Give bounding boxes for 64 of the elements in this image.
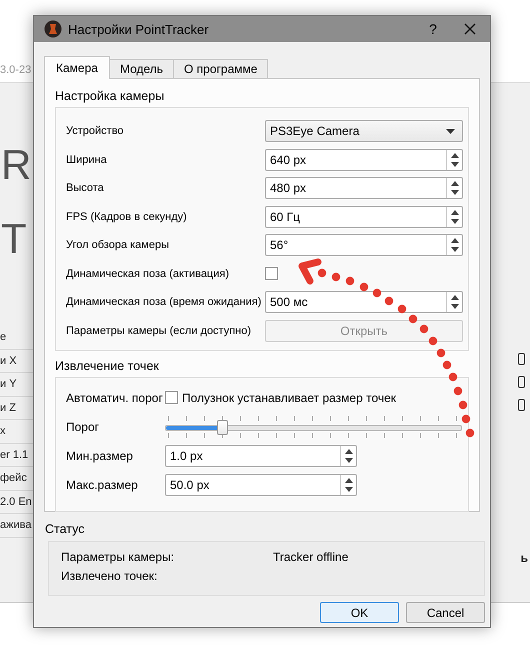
field-label: Динамическая поза (активация)	[66, 268, 230, 280]
spin-arrows-icon[interactable]	[450, 152, 458, 166]
field-label: Высота	[66, 182, 105, 194]
list-item[interactable]: и Z	[0, 402, 16, 414]
spin-box[interactable]: 50.0 px	[165, 474, 357, 496]
dropdown[interactable]: PS3Eye Camera	[265, 120, 463, 142]
spin-arrows-icon[interactable]	[450, 210, 458, 224]
field-label: Динамическая поза (время ожидания)	[66, 296, 262, 308]
group-title: Настройка камеры	[55, 89, 164, 103]
close-icon[interactable]	[464, 23, 476, 35]
spin-box[interactable]: 56°	[265, 234, 463, 256]
field-label: Автоматич. порог	[66, 390, 164, 404]
status-label: Извлечено точек:	[61, 569, 158, 583]
group-title: Извлечение точек	[55, 358, 159, 372]
dialog-button[interactable]: OK	[320, 602, 399, 623]
list-item[interactable]: е	[0, 331, 6, 344]
list-item[interactable]: 2.0 En	[0, 496, 32, 508]
status-label: Параметры камеры:	[61, 550, 176, 564]
field-label: Ширина	[66, 154, 108, 166]
tab[interactable]: Модель	[108, 59, 174, 78]
spin-arrows-icon[interactable]	[450, 181, 458, 195]
list-item[interactable]: и Y	[0, 378, 17, 390]
list-item[interactable]: ажива	[0, 519, 32, 532]
spin-arrows-icon[interactable]	[344, 478, 352, 492]
spin-arrows-icon[interactable]	[450, 238, 458, 252]
group-title: Статус	[45, 522, 85, 536]
field-label: Мин.размер	[66, 448, 134, 462]
list-item[interactable]: er 1.1	[0, 448, 28, 461]
spin-box[interactable]: 640 px	[265, 148, 463, 170]
field-label: FPS (Кадров в секунду)	[66, 210, 188, 222]
field-label: Угол обзора камеры	[66, 239, 170, 251]
checkbox[interactable]	[265, 267, 278, 280]
button-label[interactable]: ь	[520, 551, 528, 565]
list-item[interactable]: фейс	[0, 472, 27, 484]
help-button[interactable]: ?	[418, 21, 448, 37]
app-icon	[44, 20, 62, 38]
heading-text: R	[1, 142, 32, 188]
checkbox[interactable]	[165, 391, 178, 404]
spin-arrows-icon[interactable]	[344, 448, 352, 462]
tab[interactable]: Камера	[44, 56, 110, 79]
list-item[interactable]: и X	[0, 354, 17, 367]
spin-box[interactable]: 480 px	[265, 177, 463, 199]
tab[interactable]: О программе	[173, 59, 268, 78]
window-title: Настройки PointTracker	[68, 22, 210, 36]
spin-box[interactable]: 1.0 px	[165, 444, 357, 466]
caret-icon	[446, 128, 454, 134]
checkbox-label: Полузнок устанавливает размер точек	[182, 390, 396, 404]
status-value: Tracker offline	[273, 550, 348, 564]
slider[interactable]	[165, 416, 462, 438]
frame-icon[interactable]	[518, 353, 525, 365]
field-label: Макс.размер	[66, 478, 139, 492]
field-label: Устройство	[66, 125, 125, 137]
heading-text: T	[1, 216, 27, 262]
slider-thumb[interactable]	[217, 420, 228, 434]
dialog-button[interactable]: Cancel	[406, 602, 485, 623]
window-title: 3.0-23	[0, 64, 32, 76]
spin-box[interactable]: 500 мс	[265, 291, 463, 313]
frame-icon[interactable]	[518, 399, 525, 411]
spin-box[interactable]: 60 Гц	[265, 206, 463, 228]
field-label: Порог	[66, 420, 100, 434]
list-item[interactable]: x	[0, 425, 6, 438]
frame-icon[interactable]	[518, 376, 525, 388]
field-label: Параметры камеры (если доступно)	[66, 324, 252, 336]
spin-arrows-icon[interactable]	[450, 295, 458, 309]
